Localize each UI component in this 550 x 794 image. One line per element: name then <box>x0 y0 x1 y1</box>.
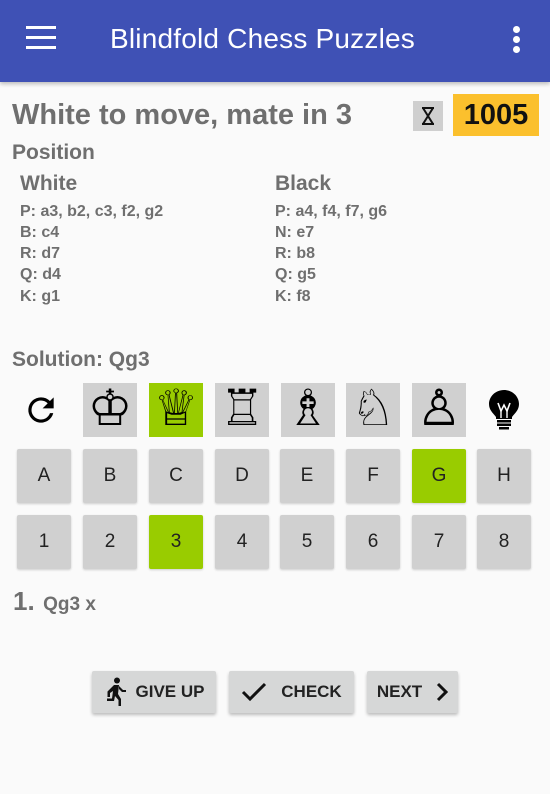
file-key-f[interactable]: F <box>346 449 400 503</box>
move-number: 1. <box>13 586 35 616</box>
file-key-a[interactable]: A <box>17 449 71 503</box>
next-label: NEXT <box>376 682 423 701</box>
rook-icon: ♖ <box>219 379 265 437</box>
king-icon: ♔ <box>87 379 133 437</box>
black-knights: N: e7 <box>275 224 315 241</box>
refresh-icon <box>28 397 54 423</box>
black-king: K: f8 <box>275 288 311 305</box>
running-man-icon <box>104 677 128 707</box>
rank-key-3[interactable]: 3 <box>149 515 203 569</box>
puzzle-headline: White to move, mate in 3 <box>12 99 352 131</box>
lightbulb-icon <box>489 390 519 430</box>
checkmark-icon <box>241 682 267 702</box>
piece-button-king[interactable]: ♔ <box>83 383 137 437</box>
piece-button-knight[interactable]: ♘ <box>346 383 400 437</box>
black-heading: Black <box>275 172 332 195</box>
black-queens: Q: g5 <box>275 266 316 283</box>
pawn-icon: ♙ <box>416 379 462 437</box>
black-rooks: R: b8 <box>275 245 315 262</box>
white-queens: Q: d4 <box>20 266 61 283</box>
rank-key-6[interactable]: 6 <box>346 515 400 569</box>
next-button[interactable]: NEXT <box>367 671 458 713</box>
piece-button-pawn[interactable]: ♙ <box>412 383 466 437</box>
rating-score: 1005 <box>453 94 539 136</box>
chevron-right-icon <box>436 682 449 702</box>
rank-key-8[interactable]: 8 <box>477 515 531 569</box>
reset-button[interactable] <box>14 383 68 437</box>
app-bar: Blindfold Chess Puzzles <box>0 0 550 82</box>
rank-key-4[interactable]: 4 <box>215 515 269 569</box>
timer-toggle[interactable] <box>413 101 443 131</box>
piece-button-bishop[interactable]: ♗ <box>281 383 335 437</box>
queen-icon: ♕ <box>153 379 199 437</box>
bishop-icon: ♗ <box>285 379 331 437</box>
check-button[interactable]: CHECK <box>229 671 354 713</box>
file-key-b[interactable]: B <box>83 449 137 503</box>
white-heading: White <box>20 172 78 195</box>
file-key-e[interactable]: E <box>280 449 334 503</box>
piece-button-rook[interactable]: ♖ <box>215 383 269 437</box>
check-label: CHECK <box>281 682 342 701</box>
file-key-g[interactable]: G <box>412 449 466 503</box>
move-list: 1. Qg3 x <box>13 586 96 617</box>
move-text: Qg3 x <box>43 594 96 615</box>
more-vert-icon[interactable] <box>505 26 527 56</box>
rank-key-2[interactable]: 2 <box>83 515 137 569</box>
white-rooks: R: d7 <box>20 245 60 262</box>
white-bishops: B: c4 <box>20 224 60 241</box>
solution-label: Solution: Qg3 <box>12 348 150 371</box>
hourglass-icon <box>422 107 434 125</box>
file-key-c[interactable]: C <box>149 449 203 503</box>
hamburger-menu-icon[interactable] <box>26 26 58 54</box>
give-up-button[interactable]: GIVE UP <box>92 671 216 713</box>
rank-key-1[interactable]: 1 <box>17 515 71 569</box>
white-pawns: P: a3, b2, c3, f2, g2 <box>20 203 164 220</box>
position-label: Position <box>12 141 95 164</box>
knight-icon: ♘ <box>350 379 396 437</box>
piece-button-queen[interactable]: ♕ <box>149 383 203 437</box>
white-king: K: g1 <box>20 288 60 305</box>
give-up-label: GIVE UP <box>135 682 205 701</box>
app-title: Blindfold Chess Puzzles <box>110 23 415 54</box>
black-pawns: P: a4, f4, f7, g6 <box>275 203 388 220</box>
file-key-d[interactable]: D <box>215 449 269 503</box>
file-key-h[interactable]: H <box>477 449 531 503</box>
hint-button[interactable] <box>477 383 531 437</box>
rank-key-5[interactable]: 5 <box>280 515 334 569</box>
rank-key-7[interactable]: 7 <box>412 515 466 569</box>
